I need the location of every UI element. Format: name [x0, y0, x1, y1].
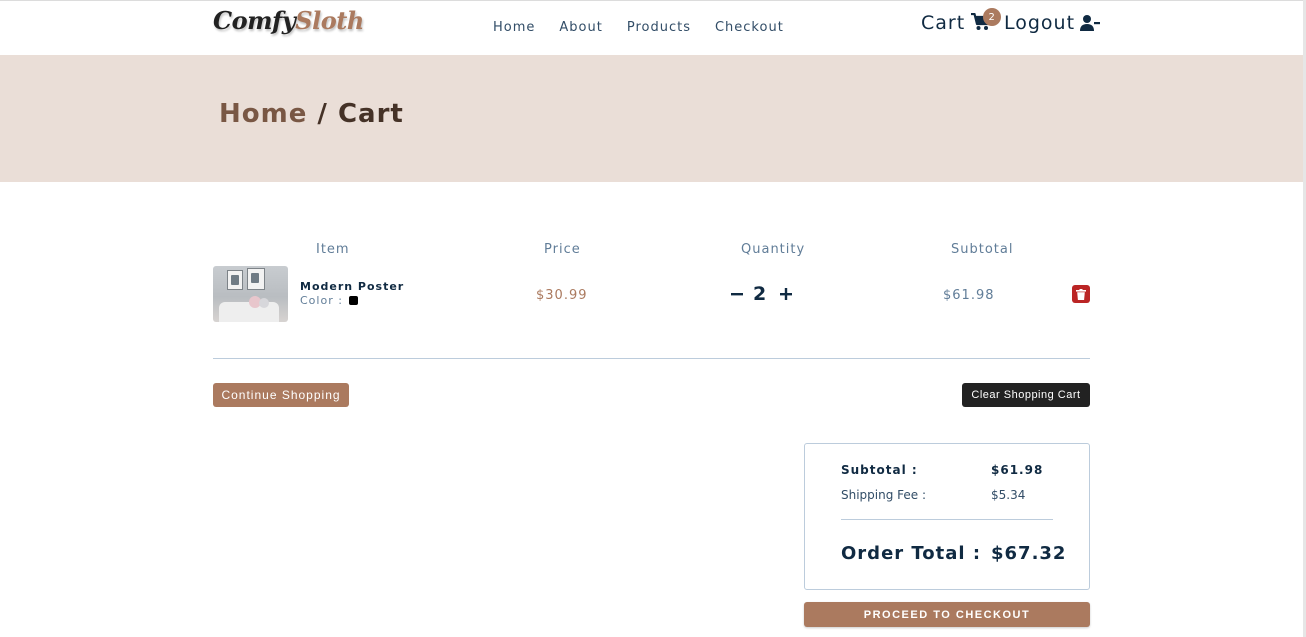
logout-button[interactable]: Logout — [1004, 12, 1101, 34]
nav-item-home: Home — [493, 16, 535, 35]
continue-shopping-button[interactable]: Continue Shopping — [213, 383, 349, 407]
pillow-shape-2 — [259, 298, 269, 308]
user-minus-icon — [1080, 14, 1101, 32]
cart-button[interactable]: Cart 2 — [921, 8, 1002, 34]
decrease-quantity-button[interactable] — [729, 282, 745, 306]
increase-quantity-button[interactable] — [778, 282, 794, 306]
order-total-value: $67.32 — [991, 543, 1067, 564]
product-price: $30.99 — [536, 288, 588, 303]
subtotal-value: $61.98 — [991, 463, 1044, 477]
poster-frame-left — [227, 270, 243, 290]
nav-link-checkout[interactable]: Checkout — [715, 20, 784, 35]
nav-link-about[interactable]: About — [559, 20, 602, 35]
navbar: ComfySloth Home About Products Checkout … — [0, 0, 1303, 55]
order-total-label: Order Total : — [841, 543, 982, 564]
cart-count-badge: 2 — [983, 8, 1002, 26]
product-name: Modern Poster — [300, 280, 405, 293]
logo[interactable]: ComfySloth — [213, 6, 364, 35]
subtotal-label: Subtotal : — [841, 463, 918, 477]
breadcrumb: Home / Cart — [219, 99, 404, 129]
trash-icon — [1076, 288, 1086, 300]
cart-totals: Subtotal : $61.98 Shipping Fee : $5.34 O… — [804, 443, 1090, 590]
remove-item-button[interactable] — [1072, 285, 1090, 303]
nav-link-home[interactable]: Home — [493, 20, 535, 35]
breadcrumb-separator: / — [307, 99, 338, 129]
cart-label: Cart — [921, 12, 966, 34]
breadcrumb-home-link[interactable]: Home — [219, 99, 307, 129]
nav-item-checkout: Checkout — [715, 16, 784, 35]
nav-links: Home About Products Checkout — [493, 16, 784, 35]
column-header-subtotal: Subtotal — [951, 242, 1014, 257]
logout-label: Logout — [1004, 12, 1076, 34]
proceed-to-checkout-button[interactable]: PROCEED TO CHECKOUT — [804, 602, 1090, 627]
cart-divider — [213, 358, 1090, 359]
item-subtotal: $61.98 — [943, 288, 995, 303]
product-color: Color : — [300, 294, 358, 307]
clear-cart-button[interactable]: Clear Shopping Cart — [962, 383, 1090, 407]
column-header-item: Item — [316, 242, 350, 257]
column-header-quantity: Quantity — [741, 242, 806, 257]
nav-link-products[interactable]: Products — [627, 20, 691, 35]
plus-icon — [780, 288, 792, 300]
color-label: Color : — [300, 294, 343, 307]
color-swatch — [348, 296, 358, 305]
quantity-value: 2 — [753, 283, 767, 305]
poster-frame-right — [247, 268, 265, 290]
user-minus-icon-svg — [1080, 15, 1101, 31]
cart-icon: 2 — [971, 8, 1002, 33]
shipping-fee-label: Shipping Fee : — [841, 488, 927, 502]
column-header-price: Price — [544, 242, 581, 257]
breadcrumb-current: Cart — [337, 99, 404, 129]
product-image — [213, 266, 288, 322]
nav-item-products: Products — [627, 16, 691, 35]
logo-text-comfy: Comfy — [213, 6, 296, 35]
minus-icon — [731, 293, 743, 296]
page-hero: Home / Cart — [0, 55, 1303, 182]
shipping-fee-value: $5.34 — [991, 488, 1026, 502]
nav-item-about: About — [559, 16, 602, 35]
totals-divider — [841, 519, 1053, 520]
logo-text-sloth: Sloth — [295, 6, 364, 35]
